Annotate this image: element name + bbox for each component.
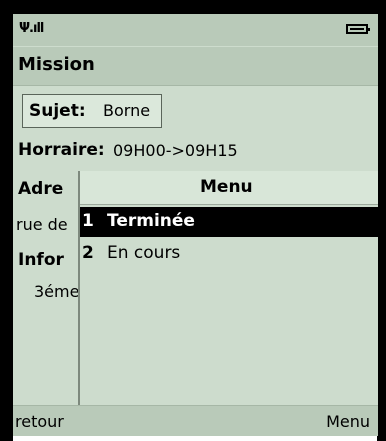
menu-item-number: 2 xyxy=(82,243,94,263)
softkey-bar: retour Menu xyxy=(13,405,378,436)
menu-item-en-cours[interactable]: 2 En cours xyxy=(80,239,378,269)
page-title: Mission xyxy=(18,54,95,75)
menu-item-terminee[interactable]: 1 Terminée xyxy=(80,207,378,237)
horraire-value: 09H00->09H15 xyxy=(113,141,238,160)
horraire-label: Horraire: xyxy=(18,140,105,160)
status-bar: Ψ.ıll xyxy=(13,14,378,46)
menu-item-number: 1 xyxy=(82,211,94,231)
signal-antenna-icon: Ψ.ıll xyxy=(19,21,44,36)
adresse-label: Adre xyxy=(18,179,64,199)
information-label: Infor xyxy=(18,250,64,270)
title-bar: Mission xyxy=(13,47,378,86)
phone-screen: Ψ.ıll Mission Sujet: Borne Horraire: 09H… xyxy=(13,14,378,436)
popup-menu: Menu 1 Terminée 2 En cours xyxy=(78,171,378,411)
frame-left xyxy=(0,0,13,441)
softkey-right-menu[interactable]: Menu xyxy=(326,412,370,431)
adresse-value: rue de xyxy=(16,215,68,234)
information-value: 3éme xyxy=(34,282,80,301)
battery-icon xyxy=(346,24,370,34)
subject-value: Borne xyxy=(103,101,151,120)
menu-item-label: En cours xyxy=(107,243,181,263)
subject-field[interactable]: Sujet: Borne xyxy=(22,94,162,128)
softkey-left-retour[interactable]: retour xyxy=(15,412,64,431)
subject-label: Sujet: xyxy=(29,101,86,121)
menu-item-label: Terminée xyxy=(107,211,195,231)
menu-title: Menu xyxy=(200,177,253,197)
frame-right xyxy=(377,0,386,441)
menu-header: Menu xyxy=(80,171,378,205)
